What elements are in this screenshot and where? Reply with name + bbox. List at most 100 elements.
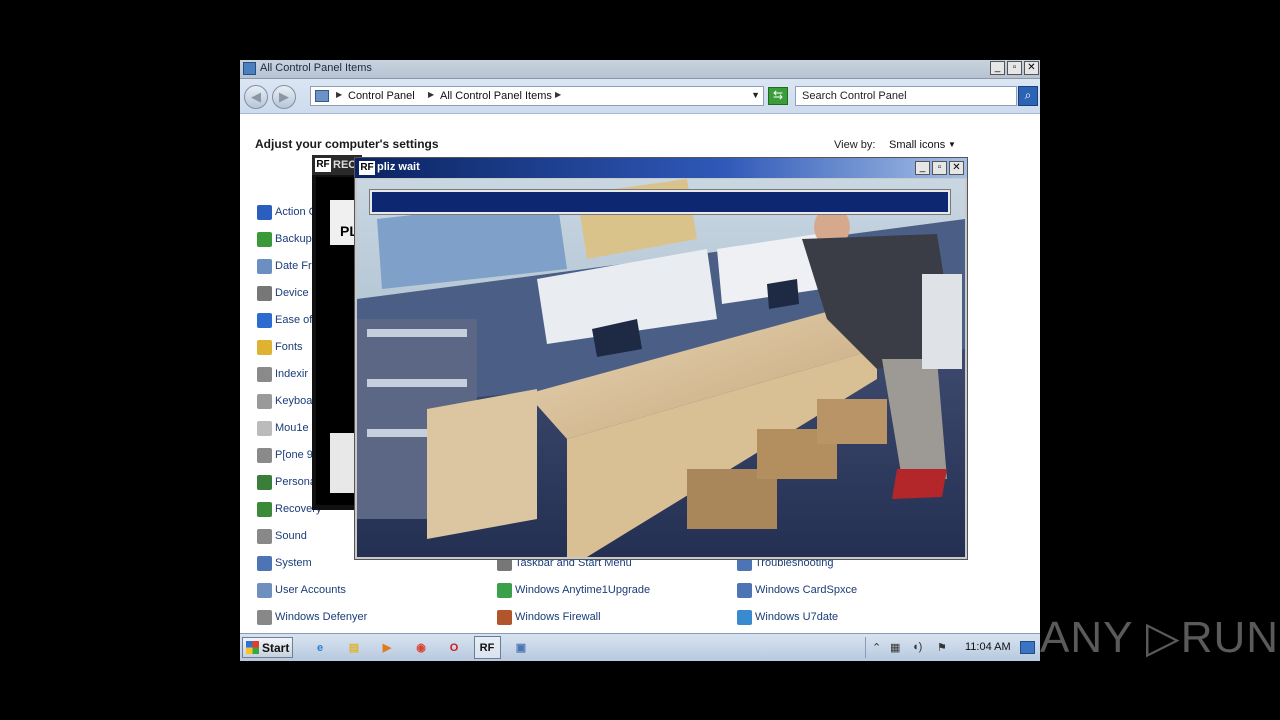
rf-app-icon[interactable]: RF [477,638,497,658]
control-panel-item[interactable]: User Accounts [257,581,346,599]
control-panel-icon[interactable]: ▣ [511,638,531,658]
control-panel-item[interactable]: Windows Anytime1Upgrade [497,581,650,599]
control-panel-item[interactable]: Keyboa [257,392,312,410]
control-panel-item-label: Date Fr [275,260,312,272]
back-button[interactable]: ◀ [244,85,268,109]
windows-logo-icon [246,641,259,654]
control-panel-item[interactable]: Windows U7date [737,608,838,626]
show-desktop-icon[interactable] [1020,641,1035,654]
progress-bar [369,189,951,215]
sound-icon [257,528,272,544]
chrome-icon[interactable]: ◉ [411,638,431,658]
control-panel-item[interactable]: Windows Defenyer [257,608,367,626]
cardspace-icon [737,582,752,598]
opera-icon[interactable]: O [444,638,464,658]
clock-icon [257,258,272,274]
start-button[interactable]: Start [242,637,293,658]
control-panel-item-label: Windows CardSpxce [755,584,858,596]
users-icon [257,582,272,598]
control-panel-item[interactable]: Fonts [257,338,303,356]
personalize-icon [257,474,272,490]
rf-logo: RF [359,161,375,175]
control-panel-item[interactable]: Date Fr [257,257,312,275]
control-panel-item[interactable]: Indexir [257,365,308,383]
control-panel-item-label: User Accounts [275,584,346,596]
minimize-button[interactable]: _ [990,61,1005,75]
control-panel-item-label: Fonts [275,341,303,353]
control-panel-item-label: Windows U7date [755,611,839,623]
index-icon [257,366,272,382]
search-icon[interactable]: ⌕ [1018,86,1038,106]
update-icon [737,609,752,625]
control-panel-item-label: Mou1e [275,422,309,434]
maximize-button[interactable]: ▫ [932,161,947,175]
control-panel-item[interactable]: Ease of [257,311,312,329]
control-panel-item-label: Indexir [275,368,309,380]
chevron-down-icon[interactable]: ▼ [751,90,760,100]
control-panel-item-label: Windows Anytime1Upgrade [515,584,651,596]
page-title: Adjust your computer's settings [255,137,439,151]
control-panel-item[interactable]: Backup [257,230,312,248]
flag-icon[interactable]: ⚑ [937,641,947,654]
address-bar[interactable]: ▶ Control Panel ▶ All Control Panel Item… [310,86,764,106]
volume-icon[interactable]: ◖) [912,641,922,653]
close-button[interactable]: ✕ [949,161,964,175]
action-center-icon[interactable]: ▦ [890,641,900,654]
ie-icon[interactable]: e [310,638,330,658]
chevron-down-icon[interactable]: ▼ [948,140,956,149]
control-panel-item-label: Sound [275,530,307,542]
system-icon [257,555,272,571]
recovery-icon [257,501,272,517]
breadcrumb-control-panel[interactable]: Control Panel [348,90,415,102]
clock[interactable]: 11:04 AM [965,641,1011,653]
control-panel-item[interactable]: Sound [257,527,307,545]
breadcrumb-all-items[interactable]: All Control Panel Items [440,90,552,102]
chevron-right-icon[interactable]: ▶ [428,90,434,99]
control-panel-item[interactable]: Windows CardSpxce [737,581,857,599]
keyboard-icon [257,393,272,409]
control-panel-item-label: Device [275,287,309,299]
backup-icon [257,231,272,247]
control-panel-item-label: Keyboa [275,395,313,407]
mouse-icon [257,420,272,436]
rf-window-title: REC [333,159,357,171]
show-hidden-icons-icon[interactable]: ⌃ [872,641,881,654]
media-player-icon[interactable]: ▶ [377,638,397,658]
minimize-button[interactable]: _ [915,161,930,175]
defender-icon [257,609,272,625]
popup-titlebar[interactable]: RF pliz wait _ ▫ ✕ [355,158,967,178]
control-panel-item[interactable]: System [257,554,312,572]
folder-icon [257,339,272,355]
window-titlebar[interactable]: All Control Panel Items _ ▫ ✕ [240,60,1040,79]
search-placeholder: Search Control Panel [802,90,907,102]
close-button[interactable]: ✕ [1024,61,1039,75]
control-panel-item[interactable]: Device [257,284,309,302]
control-panel-item[interactable]: Windows Firewall [497,608,601,626]
control-panel-item-label: P[one 9 [275,449,313,461]
chevron-right-icon[interactable]: ▶ [555,90,561,99]
restore-button[interactable]: ▫ [1007,61,1022,75]
control-panel-item[interactable]: Mou1e [257,419,309,437]
firewall-icon [497,609,512,625]
control-panel-item[interactable]: Persona [257,473,316,491]
explorer-icon[interactable]: ▤ [344,638,364,658]
control-panel-item-label: Windows Firewall [515,611,601,623]
pliz-wait-window: RF pliz wait _ ▫ ✕ [354,157,968,560]
control-panel-item[interactable]: Action C [257,203,317,221]
navigation-bar: ◀ ▶ ▶ Control Panel ▶ All Control Panel … [240,79,1040,114]
store-photo [357,179,965,557]
control-panel-item-label: Windows Defenyer [275,611,368,623]
chevron-right-icon[interactable]: ▶ [336,90,342,99]
view-by-label: View by: [834,139,876,151]
window-title: All Control Panel Items [260,62,372,74]
control-panel-icon [315,90,329,102]
search-input[interactable]: Search Control Panel [795,86,1017,106]
taskbar: Start e ▤ ▶ ◉ O RF ▣ ⌃ ▦ ◖) ⚑ 11:04 AM [240,633,1040,661]
control-panel-item[interactable]: P[one 9 [257,446,313,464]
printer-icon [257,285,272,301]
anyrun-watermark: ANY ▷RUN [1040,613,1280,662]
progress-bar-fill [372,192,948,212]
refresh-button[interactable]: ⇆ [768,87,788,105]
forward-button[interactable]: ▶ [272,85,296,109]
view-by-select[interactable]: Small icons [889,139,945,151]
